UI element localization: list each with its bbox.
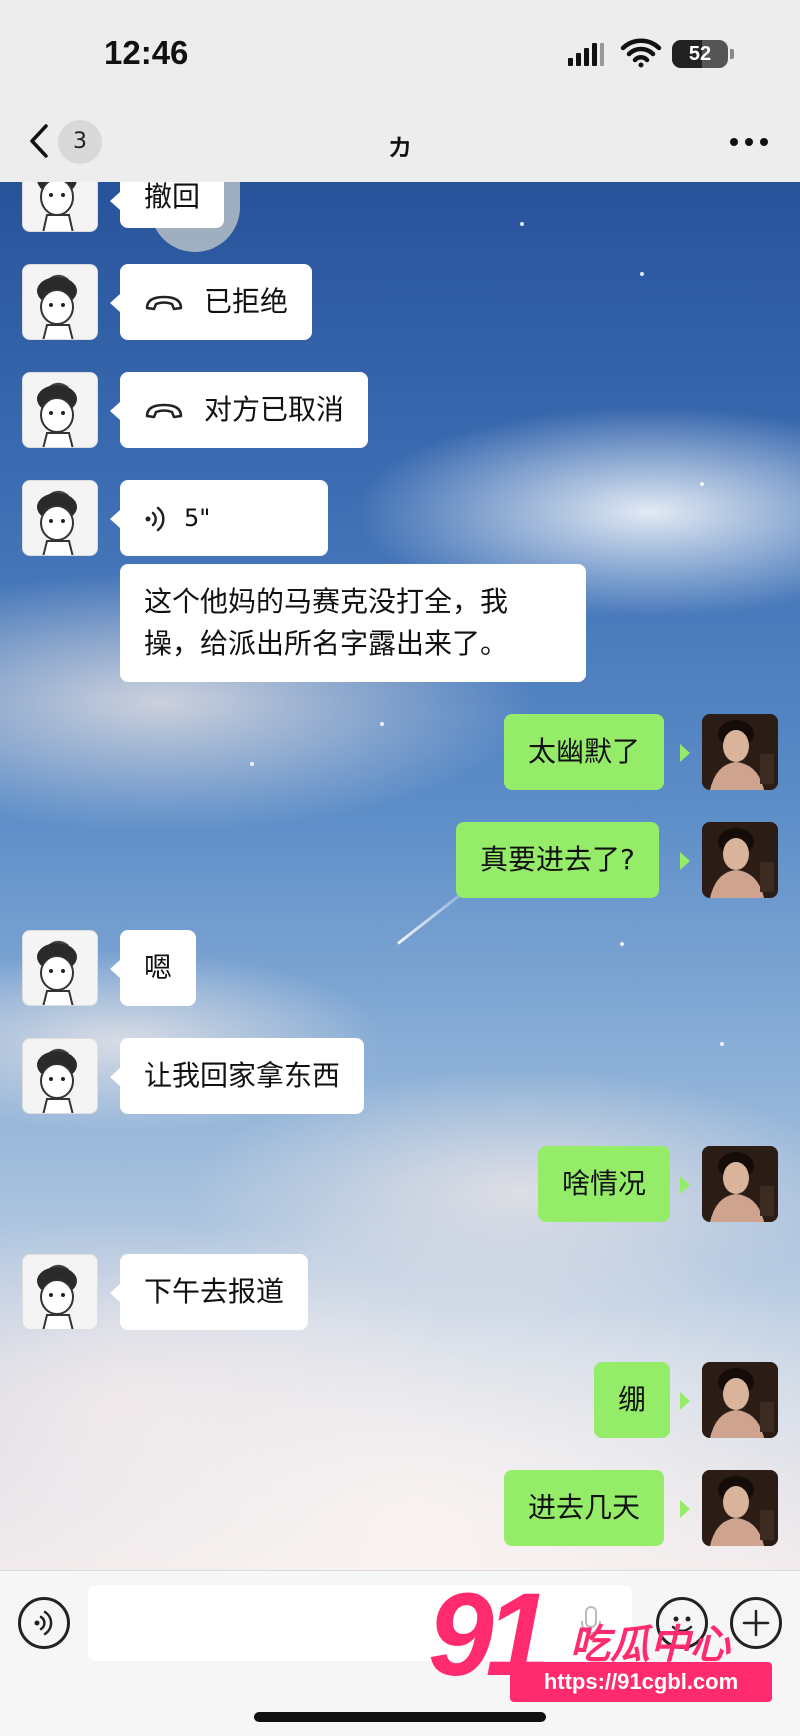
home-indicator[interactable] (254, 1712, 546, 1722)
my-avatar[interactable] (702, 822, 778, 898)
voice-input-button[interactable] (18, 1597, 70, 1649)
more-options-icon[interactable] (728, 136, 770, 148)
battery-tip (730, 49, 734, 59)
back-arrow-icon[interactable] (26, 122, 52, 160)
voice-message-bubble[interactable]: 5" (120, 480, 328, 556)
call-record-bubble[interactable]: 已拒绝 (120, 264, 313, 340)
voice-duration: 5" (184, 504, 211, 532)
message-text: 太幽默了 (528, 735, 641, 768)
message-bubble-outgoing[interactable]: 啥情况 (538, 1146, 671, 1222)
message-bubble-outgoing[interactable]: 太幽默了 (504, 714, 665, 790)
contact-avatar[interactable] (22, 182, 98, 232)
message-bubble-incoming[interactable]: 撤回 (120, 182, 225, 228)
cellular-signal-icon (568, 43, 604, 66)
message-text: 真要进去了? (480, 843, 635, 876)
message-text: 这个他妈的马赛克没打全，我操，给派出所名字露出来了。 (144, 585, 509, 660)
my-avatar[interactable] (702, 714, 778, 790)
message-text: 下午去报道 (144, 1275, 285, 1308)
chat-header: 3 カ (0, 100, 800, 182)
my-avatar[interactable] (702, 1146, 778, 1222)
message-text: 嗯 (144, 951, 173, 984)
contact-avatar[interactable] (22, 480, 98, 556)
wallpaper-star (620, 942, 624, 946)
chat-message-list[interactable]: 撤回 已拒绝 对方已取消 5" 这个他妈的马赛克没打全，我操，给派出所名字露出来… (0, 182, 800, 1570)
phone-hangup-icon (145, 295, 183, 311)
message-text-input[interactable] (88, 1585, 632, 1661)
my-avatar[interactable] (702, 1470, 778, 1546)
wallpaper-star (720, 1042, 724, 1046)
message-text: 啥情况 (562, 1167, 647, 1200)
watermark-url: https://91cgbl.com (510, 1662, 772, 1702)
more-actions-button[interactable] (730, 1597, 782, 1649)
unread-count-badge[interactable]: 3 (58, 120, 102, 164)
wifi-icon (620, 38, 662, 68)
message-text: 绷 (618, 1383, 647, 1416)
wallpaper-star (700, 482, 704, 486)
my-avatar[interactable] (702, 1362, 778, 1438)
contact-avatar[interactable] (22, 372, 98, 448)
voice-wave-icon (34, 1610, 53, 1636)
message-bubble-outgoing[interactable]: 绷 (594, 1362, 671, 1438)
message-text: 已拒绝 (204, 285, 289, 318)
status-time: 12:46 (104, 34, 189, 71)
wallpaper-star (380, 722, 384, 726)
wallpaper-star (250, 762, 254, 766)
contact-avatar[interactable] (22, 264, 98, 340)
contact-avatar[interactable] (22, 930, 98, 1006)
message-text: 进去几天 (528, 1491, 641, 1524)
wallpaper-star (640, 272, 644, 276)
phone-hangup-icon (145, 403, 183, 419)
message-text: 让我回家拿东西 (144, 1059, 341, 1092)
plus-icon (742, 1609, 770, 1637)
message-text: 撤回 (144, 182, 201, 213)
contact-avatar[interactable] (22, 1038, 98, 1114)
message-bubble-incoming[interactable]: 让我回家拿东西 (120, 1038, 365, 1114)
status-bar: 12:46 52 (0, 0, 800, 100)
chat-title: カ (388, 134, 412, 162)
message-bubble-incoming[interactable]: 下午去报道 (120, 1254, 309, 1330)
voice-wave-icon (145, 506, 165, 532)
battery-indicator: 52 (672, 40, 728, 68)
message-bubble-outgoing[interactable]: 进去几天 (504, 1470, 665, 1546)
message-bubble-incoming[interactable]: 这个他妈的马赛克没打全，我操，给派出所名字露出来了。 (120, 564, 586, 682)
contact-avatar[interactable] (22, 1254, 98, 1330)
battery-level: 52 (688, 43, 712, 65)
message-bubble-incoming[interactable]: 嗯 (120, 930, 197, 1006)
message-text: 对方已取消 (204, 393, 345, 426)
call-record-bubble[interactable]: 对方已取消 (120, 372, 369, 448)
message-bubble-outgoing[interactable]: 真要进去了? (456, 822, 659, 898)
wallpaper-star (520, 222, 524, 226)
